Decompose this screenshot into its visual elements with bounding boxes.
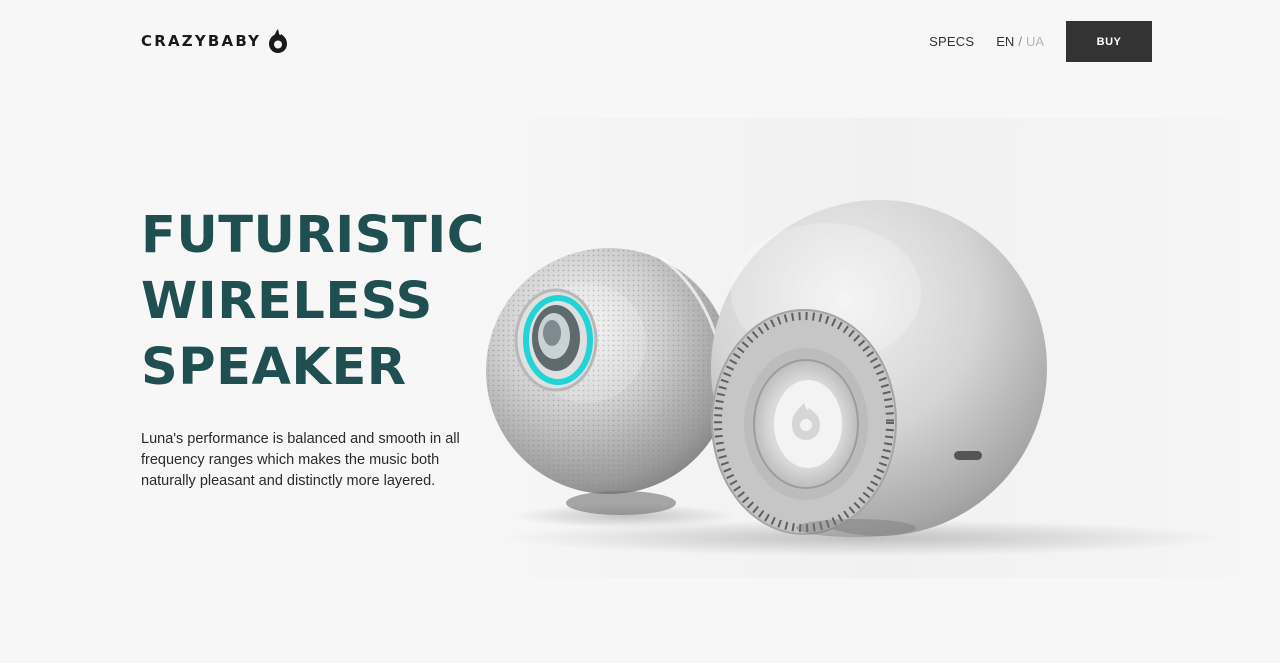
lang-separator: / [1018, 34, 1022, 49]
site-header: CRAZYBABY SPECS EN / UA BUY [0, 0, 1280, 84]
product-image [486, 118, 1280, 578]
brand-logo[interactable]: CRAZYBABY [141, 28, 289, 54]
hero-description: Luna's performance is balanced and smoot… [141, 431, 460, 489]
landing-page: CRAZYBABY SPECS EN / UA BUY FUTURISTIC W… [0, 0, 1280, 663]
hero-title: FUTURISTIC WIRELESS SPEAKER [141, 203, 485, 401]
speakers-illustration [486, 118, 1280, 578]
hero-title-line-1: FUTURISTIC [141, 206, 485, 265]
lang-en-option[interactable]: EN [996, 34, 1014, 49]
flame-drop-icon [269, 29, 288, 53]
lang-ua-option[interactable]: UA [1026, 34, 1044, 49]
hero-title-line-3: SPEAKER [141, 338, 407, 397]
brand-logo-text: CRAZYBABY [141, 32, 262, 50]
buy-button[interactable]: BUY [1066, 21, 1152, 62]
hero-title-line-2: WIRELESS [141, 272, 433, 331]
nav-specs-link[interactable]: SPECS [929, 34, 974, 49]
right-speaker [711, 200, 1047, 537]
main-nav: SPECS EN / UA BUY [929, 21, 1152, 62]
language-switcher: EN / UA [996, 34, 1044, 49]
